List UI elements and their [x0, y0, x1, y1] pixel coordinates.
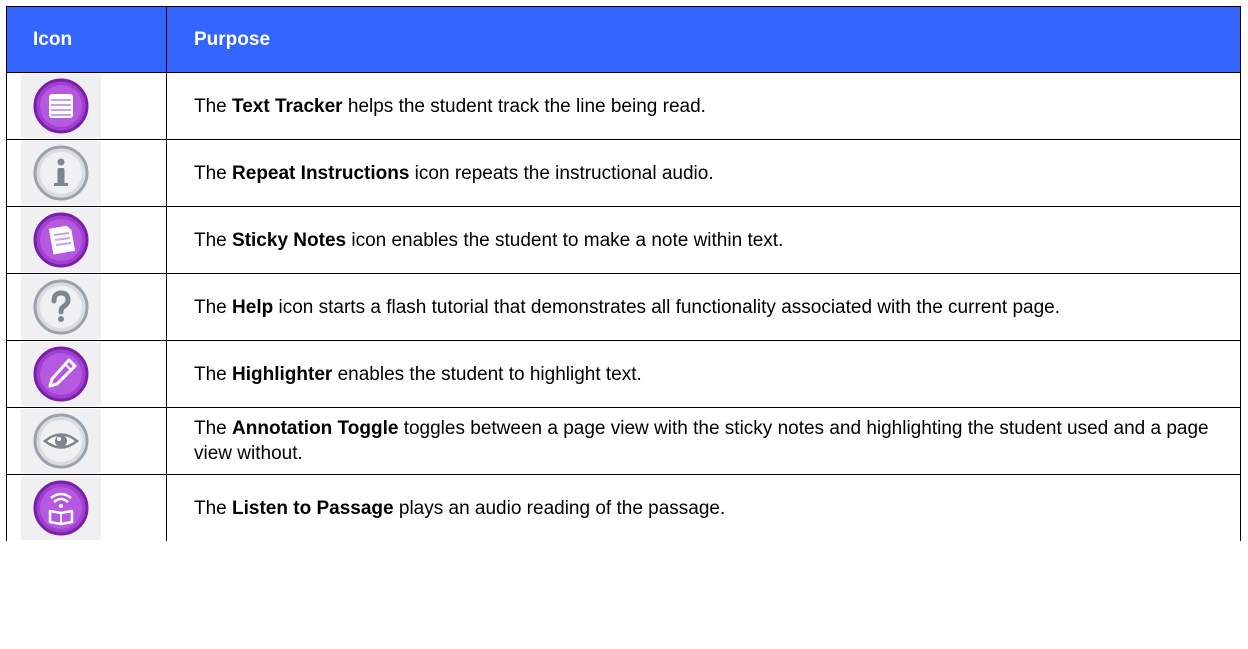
table-row: The Help icon starts a flash tutorial th…: [6, 273, 1241, 341]
table-row: The Annotation Toggle toggles between a …: [6, 407, 1241, 475]
highlighter-icon: [33, 346, 89, 402]
info-icon: [33, 145, 89, 201]
eye-icon: [33, 413, 89, 469]
table-row: The Listen to Passage plays an audio rea…: [6, 474, 1241, 541]
table-row: The Sticky Notes icon enables the studen…: [6, 206, 1241, 274]
purpose-text: The Annotation Toggle toggles between a …: [166, 407, 1241, 475]
table-header-row: Icon Purpose: [6, 6, 1241, 73]
table-row: The Highlighter enables the student to h…: [6, 340, 1241, 408]
purpose-text: The Listen to Passage plays an audio rea…: [166, 474, 1241, 541]
icon-purpose-table: Icon Purpose The Text Tracker helps the …: [6, 6, 1241, 541]
purpose-text: The Highlighter enables the student to h…: [166, 340, 1241, 408]
help-icon: [33, 279, 89, 335]
header-icon: Icon: [6, 6, 167, 73]
text-tracker-icon: [33, 78, 89, 134]
purpose-text: The Repeat Instructions icon repeats the…: [166, 139, 1241, 207]
purpose-text: The Help icon starts a flash tutorial th…: [166, 273, 1241, 341]
purpose-text: The Text Tracker helps the student track…: [166, 72, 1241, 140]
sticky-notes-icon: [33, 212, 89, 268]
table-row: The Repeat Instructions icon repeats the…: [6, 139, 1241, 207]
table-row: The Text Tracker helps the student track…: [6, 72, 1241, 140]
purpose-text: The Sticky Notes icon enables the studen…: [166, 206, 1241, 274]
listen-icon: [33, 480, 89, 536]
header-purpose: Purpose: [166, 6, 1241, 73]
